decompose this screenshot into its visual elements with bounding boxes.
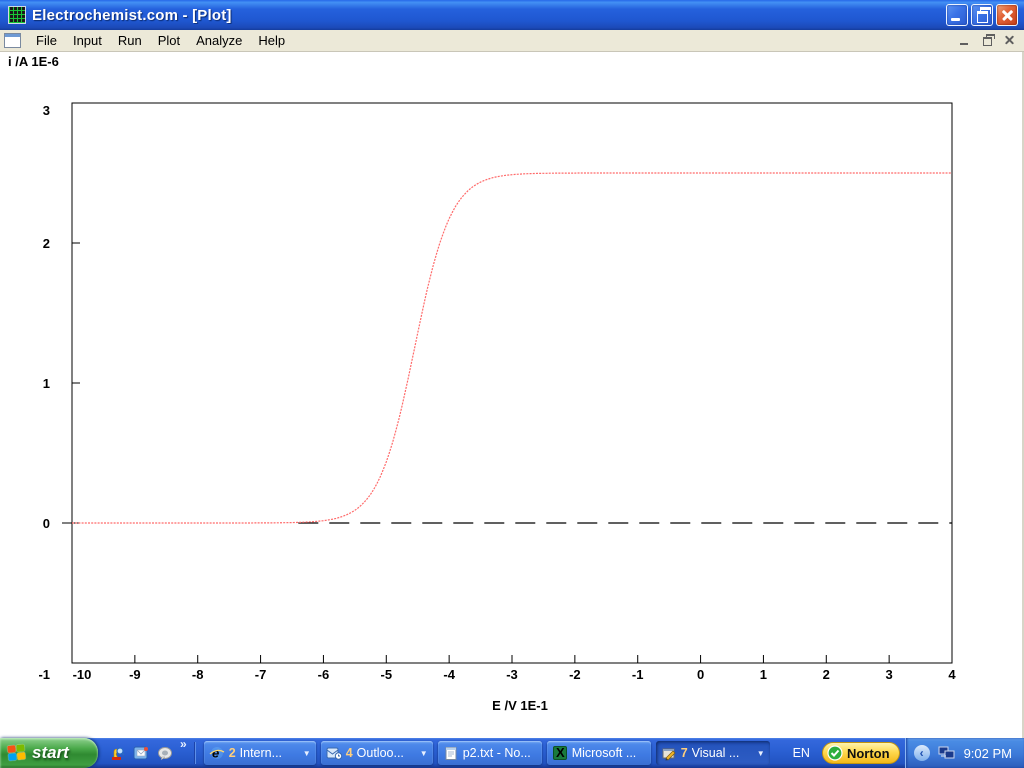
x-tick-label: -1 <box>632 667 644 682</box>
x-tick-label: -2 <box>569 667 581 682</box>
x-tick-label: -6 <box>318 667 330 682</box>
taskbar-button-internet-explorer[interactable]: e 2 Intern... ▼ <box>204 741 316 765</box>
y-tick-label: -1 <box>38 667 50 682</box>
menu-run[interactable]: Run <box>110 31 150 50</box>
window-group-count: 4 <box>346 746 353 760</box>
taskbar: start » e 2 Intern... ▼ 4 Outloo... <box>0 738 1024 768</box>
taskbar-button-outlook[interactable]: 4 Outloo... ▼ <box>321 741 433 765</box>
restore-icon <box>983 37 992 46</box>
taskbar-divider <box>194 742 196 764</box>
messenger-icon[interactable] <box>156 745 173 762</box>
title-bar: Electrochemist.com - [Plot] <box>0 0 1024 30</box>
x-tick-label: -3 <box>506 667 518 682</box>
x-tick-label: -10 <box>73 667 92 682</box>
outlook-express-icon[interactable] <box>132 745 149 762</box>
mdi-close-button[interactable] <box>1003 35 1016 46</box>
system-tray: ‹ 9:02 PM <box>905 738 1024 768</box>
window-group-count: 7 <box>681 746 688 760</box>
x-axis-title: E /V 1E-1 <box>492 698 548 713</box>
voltammogram-plot: i /A 1E-6 E /V 1E-1 -10-9-8-7-6-5-4-3-2-… <box>0 52 1022 738</box>
y-tick-label: 1 <box>43 376 50 391</box>
taskbar-button-label: Visual ... <box>692 746 740 760</box>
y-tick-label: 2 <box>43 236 50 251</box>
minimize-button[interactable] <box>946 4 968 26</box>
menu-help[interactable]: Help <box>250 31 293 50</box>
desktop-screen: Electrochemist.com - [Plot] File Input R… <box>0 0 1024 768</box>
visual-basic-icon <box>661 745 677 761</box>
taskbar-button-excel[interactable]: X Microsoft ... <box>547 741 651 765</box>
x-tick-label: 0 <box>697 667 704 682</box>
minimize-icon <box>960 43 968 45</box>
tray-collapse-chevron-icon[interactable]: ‹ <box>914 745 930 761</box>
x-tick-label: 2 <box>823 667 830 682</box>
menu-file[interactable]: File <box>28 31 65 50</box>
x-tick-label: 3 <box>886 667 893 682</box>
x-tick-label: -8 <box>192 667 204 682</box>
window-group-count: 2 <box>229 746 236 760</box>
y-axis-title: i /A 1E-6 <box>8 54 59 69</box>
x-tick-label: -5 <box>381 667 393 682</box>
start-button[interactable]: start <box>0 738 98 768</box>
quick-launch-bar: » <box>98 738 204 768</box>
search-companion-icon[interactable] <box>108 745 125 762</box>
norton-status-badge[interactable]: Norton <box>822 742 900 764</box>
x-tick-label: -7 <box>255 667 267 682</box>
chevron-down-icon[interactable]: ▼ <box>417 749 428 758</box>
taskbar-button-label: Outloo... <box>357 746 404 760</box>
menu-bar: File Input Run Plot Analyze Help <box>0 30 1024 52</box>
norton-check-icon <box>827 745 843 761</box>
close-button[interactable] <box>996 4 1018 26</box>
taskbar-button-visual-studio[interactable]: 7 Visual ... ▼ <box>656 741 770 765</box>
menu-analyze[interactable]: Analyze <box>188 31 250 50</box>
language-indicator[interactable]: EN <box>786 743 817 763</box>
plot-frame <box>72 103 952 663</box>
x-tick-label: -4 <box>443 667 455 682</box>
internet-explorer-icon: e <box>209 745 225 761</box>
restore-icon <box>977 11 988 23</box>
mdi-restore-button[interactable] <box>981 35 994 46</box>
network-icon[interactable] <box>938 745 956 761</box>
y-tick-label: 0 <box>43 516 50 531</box>
svg-text:e: e <box>212 746 219 761</box>
x-tick-label: 1 <box>760 667 767 682</box>
plot-client-area: i /A 1E-6 E /V 1E-1 -10-9-8-7-6-5-4-3-2-… <box>0 52 1024 738</box>
x-tick-label: -9 <box>129 667 141 682</box>
window-title: Electrochemist.com - [Plot] <box>32 7 946 24</box>
taskbar-button-notepad[interactable]: p2.txt - No... <box>438 741 542 765</box>
menu-input[interactable]: Input <box>65 31 110 50</box>
y-tick-label: 3 <box>43 103 50 118</box>
norton-label: Norton <box>847 746 890 761</box>
taskbar-button-label: p2.txt - No... <box>463 746 531 760</box>
chevron-down-icon[interactable]: ▼ <box>300 749 311 758</box>
taskbar-button-label: Microsoft ... <box>572 746 637 760</box>
x-tick-label: 4 <box>948 667 956 682</box>
start-button-label: start <box>32 743 69 763</box>
restore-button[interactable] <box>971 4 993 26</box>
voltammogram-curve <box>72 173 952 523</box>
taskbar-clock: 9:02 PM <box>964 746 1012 761</box>
svg-text:X: X <box>556 745 565 760</box>
taskbar-button-label: Intern... <box>240 746 282 760</box>
minimize-icon <box>951 18 960 21</box>
mdi-child-icon[interactable] <box>4 33 21 48</box>
chevron-down-icon[interactable]: ▼ <box>754 749 765 758</box>
menu-plot[interactable]: Plot <box>150 31 188 50</box>
notepad-icon <box>443 745 459 761</box>
outlook-icon <box>326 745 342 761</box>
excel-icon: X <box>552 745 568 761</box>
app-plot-icon <box>8 6 26 24</box>
mdi-minimize-button[interactable] <box>959 35 972 46</box>
windows-logo-icon <box>7 744 27 762</box>
quick-launch-overflow-chevron[interactable]: » <box>180 738 187 751</box>
